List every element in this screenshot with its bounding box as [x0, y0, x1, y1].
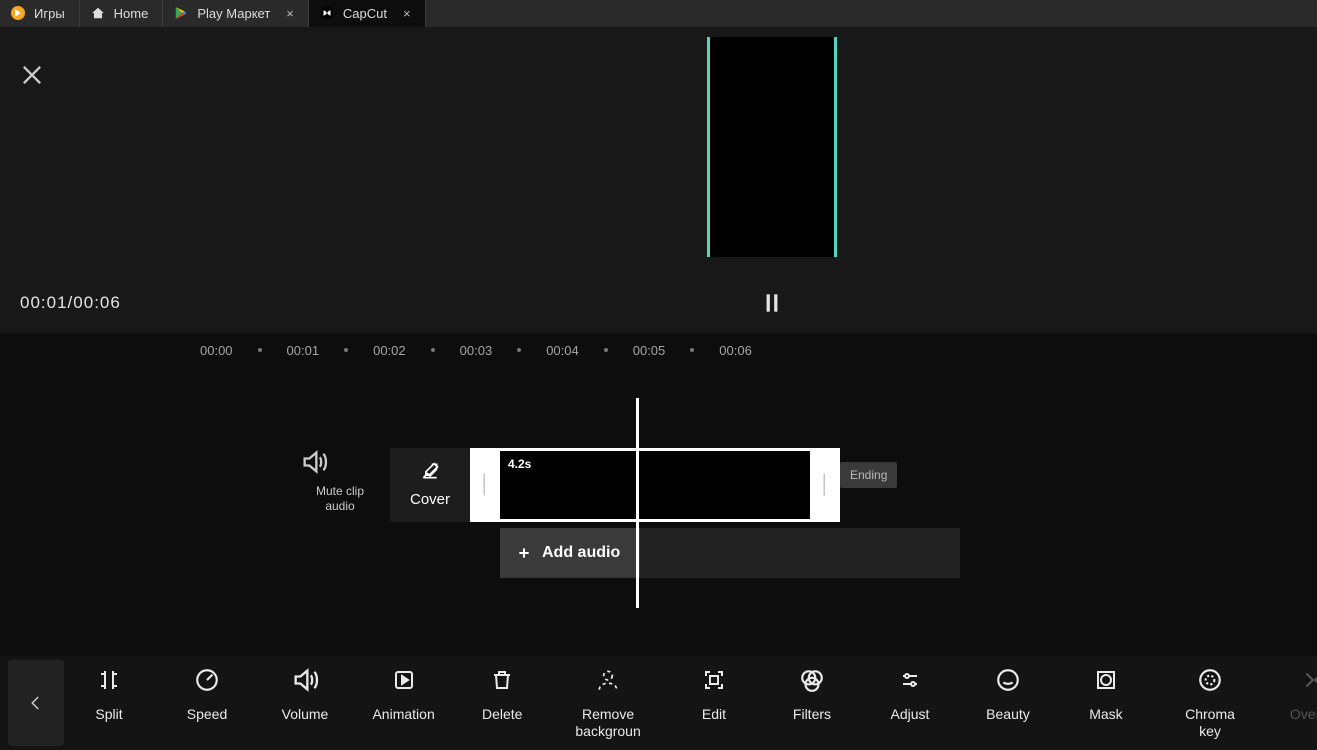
tab-label: CapCut [343, 6, 387, 21]
tool-filters[interactable]: Filters [787, 666, 837, 723]
ending-tag[interactable]: Ending [840, 462, 897, 488]
toolbar-back-button[interactable] [8, 660, 64, 746]
tab-label: Игры [34, 6, 65, 21]
ruler-tick: 00:00 [200, 343, 233, 358]
tool-delete[interactable]: Delete [477, 666, 527, 723]
window-controls [1309, 0, 1317, 27]
home-icon [90, 5, 106, 21]
tool-chroma-key[interactable]: Chroma key [1179, 666, 1241, 740]
emulator-tabbar: Игры Home Play Маркет × CapCut [0, 0, 1317, 27]
tool-edit[interactable]: Edit [689, 666, 739, 723]
clip-handle-right[interactable]: │ [810, 448, 840, 522]
bottom-toolbar: Split Speed Volume Animation Delete [0, 656, 1317, 750]
tool-mask[interactable]: Mask [1081, 666, 1131, 723]
time-counter: 00:01/00:06 [20, 293, 121, 313]
tool-beauty[interactable]: Beauty [983, 666, 1033, 723]
tab-capcut[interactable]: CapCut × [309, 0, 426, 27]
timeline-playhead[interactable] [636, 398, 639, 608]
ruler-tick: 00:06 [719, 343, 752, 358]
google-play-icon [173, 5, 189, 21]
clip-handle-left[interactable]: │ [470, 448, 500, 522]
close-tab-icon[interactable]: × [403, 6, 411, 21]
tab-home[interactable]: Home [80, 0, 164, 27]
audio-track: Add audio [500, 528, 960, 578]
tool-adjust[interactable]: Adjust [885, 666, 935, 723]
tool-split[interactable]: Split [84, 666, 134, 723]
tool-overlay: Overlay [1289, 666, 1317, 723]
ruler-tick: 00:05 [633, 343, 666, 358]
close-tab-icon[interactable]: × [286, 6, 294, 21]
tool-remove-background[interactable]: Remove backgroun [575, 666, 641, 740]
tool-volume[interactable]: Volume [280, 666, 330, 723]
video-clip[interactable]: │ 4.2s │ [470, 448, 840, 522]
pause-button[interactable] [759, 290, 785, 316]
timeline-ruler[interactable]: 00:00 00:01 00:02 00:03 00:04 00:05 00:0… [0, 333, 1317, 368]
tab-games[interactable]: Игры [0, 0, 80, 27]
add-audio-label: Add audio [542, 544, 620, 562]
cover-button[interactable]: Cover [390, 448, 470, 522]
tab-label: Play Маркет [197, 6, 270, 21]
ldplayer-logo-icon [10, 5, 26, 21]
tab-play-market[interactable]: Play Маркет × [163, 0, 309, 27]
ruler-tick: 00:03 [460, 343, 493, 358]
cover-label: Cover [410, 491, 450, 508]
ruler-tick: 00:01 [287, 343, 320, 358]
mute-clip-audio-button[interactable]: Mute clipaudio [300, 448, 380, 515]
tool-speed[interactable]: Speed [182, 666, 232, 723]
ruler-tick: 00:04 [546, 343, 579, 358]
ruler-tick: 00:02 [373, 343, 406, 358]
video-preview[interactable] [707, 37, 837, 257]
mute-clip-label: Mute clip [316, 484, 364, 498]
tool-animation[interactable]: Animation [378, 666, 429, 723]
close-editor-button[interactable] [18, 61, 46, 89]
add-audio-button[interactable]: Add audio [500, 528, 640, 578]
tab-label: Home [114, 6, 149, 21]
clip-duration: 4.2s [508, 457, 531, 471]
capcut-logo-icon [319, 5, 335, 21]
